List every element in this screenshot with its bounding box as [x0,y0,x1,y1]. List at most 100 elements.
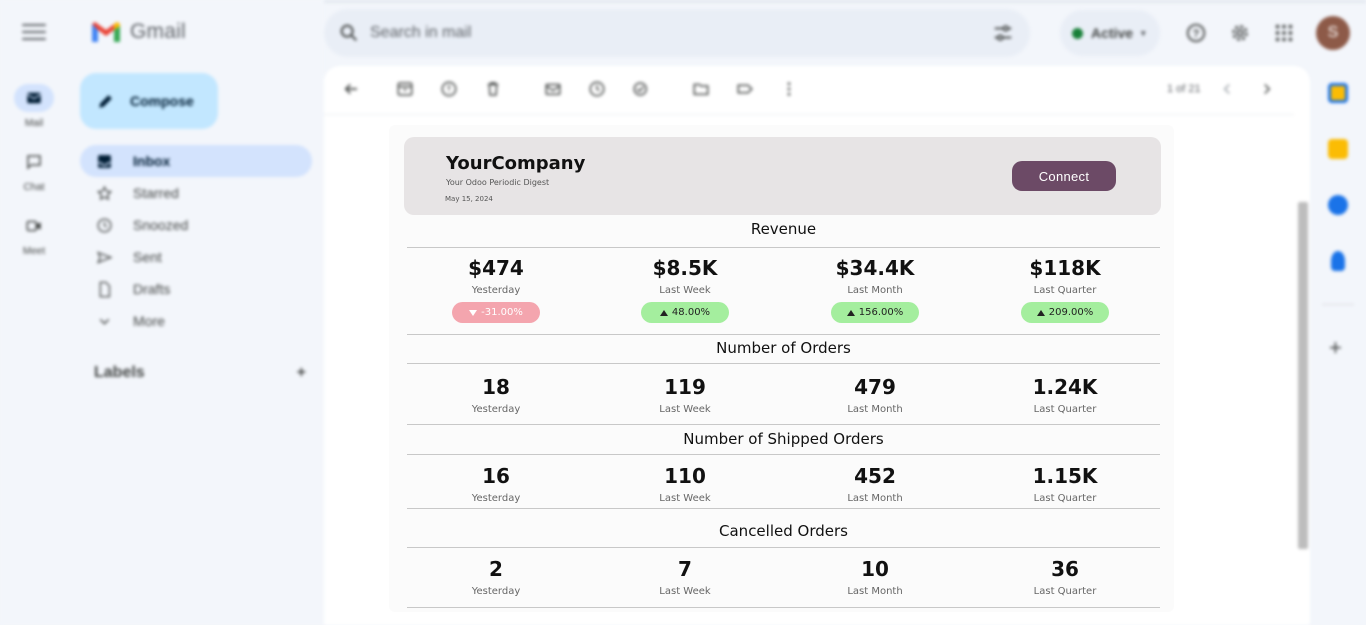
kpi-period-label: Last Month [847,285,903,296]
kpi-value: $34.4K [835,256,915,280]
trend-change-text: -31.00% [481,307,523,318]
kpi-number-of-shipped-orders-last-month: 452 Last Month [780,464,970,504]
status-selector[interactable]: Active ▾ [1060,10,1160,56]
rail-item-meet[interactable]: Meet [6,212,62,257]
mark-unread-icon[interactable] [544,80,564,100]
nav-label-starred: Starred [133,185,179,201]
digest-subtitle: Your Odoo Periodic Digest [446,178,550,187]
send-icon [96,250,113,264]
gmail-logo[interactable]: Gmail [90,20,186,44]
kpi-period-label: Yesterday [471,285,521,296]
more-options-icon[interactable] [780,80,800,100]
label-icon[interactable] [736,80,756,100]
get-addons-plus-icon[interactable]: + [1329,337,1342,359]
rail-item-chat[interactable]: Chat [6,148,62,193]
gmail-wordmark: Gmail [130,20,186,43]
star-icon [96,185,113,200]
kpi-period-label: Last Quarter [1033,404,1097,415]
kpi-value: 10 [861,557,889,581]
search-icon [340,24,358,42]
rail-item-mail[interactable]: Mail [6,84,62,129]
kpi-number-of-shipped-orders-last-week: 110 Last Week [590,464,780,504]
kpi-cancelled-orders-yesterday: 2 Yesterday [401,557,591,597]
digest-email-body: YourCompany Your Odoo Periodic Digest Ma… [389,125,1174,612]
clock-icon [97,217,112,233]
nav-item-drafts[interactable]: Drafts [80,273,312,305]
kpi-period-label: Last Month [847,586,903,597]
kpi-period-label: Last Week [659,586,711,597]
kpi-period-label: Last Month [847,404,903,415]
delete-icon[interactable] [484,80,504,100]
kpi-number-of-shipped-orders-yesterday: 16 Yesterday [401,464,591,504]
older-chevron-icon[interactable] [1258,80,1278,100]
account-avatar[interactable]: S [1316,16,1350,50]
gmail-m-icon [92,22,120,42]
kpi-period-label: Last Quarter [1033,493,1097,504]
snooze-icon[interactable] [588,80,608,100]
section-divider [407,334,1160,335]
nav-item-starred[interactable]: Starred [80,177,312,209]
main-menu-icon[interactable] [22,24,46,42]
tasks-icon[interactable] [1328,195,1348,215]
kpi-number-of-shipped-orders-last-quarter: 1.15K Last Quarter [970,464,1160,504]
add-task-icon[interactable] [632,80,652,100]
trend-up-icon [1036,309,1045,316]
add-label-button[interactable]: + [297,364,306,382]
move-to-icon[interactable] [692,80,712,100]
section-divider [407,508,1160,509]
contacts-icon[interactable] [1331,251,1345,271]
connect-button[interactable]: Connect [1012,161,1116,191]
digest-date: May 15, 2024 [445,195,493,203]
section-divider [407,247,1160,248]
pagination-text: 1 of 21 [1167,83,1201,95]
report-spam-icon[interactable] [440,80,460,100]
nav-label-sent: Sent [133,249,162,265]
trend-up-icon [659,309,668,316]
company-name: YourCompany [446,153,586,174]
search-bar[interactable]: Search in mail [324,9,1030,57]
status-label: Active [1091,25,1134,41]
compose-button[interactable]: Compose [80,73,218,129]
mail-scrollbar[interactable] [1298,202,1308,549]
kpi-revenue-last-week: $8.5K Last Week [590,256,780,296]
status-chevron-icon: ▾ [1141,27,1146,38]
kpi-value: $474 [468,256,524,280]
keep-icon[interactable] [1328,139,1348,159]
section-title-number-of-orders: Number of Orders [716,339,851,357]
message-toolbar: 1 of 21 [324,66,1310,114]
kpi-period-label: Last Quarter [1033,285,1097,296]
trend-badge: -31.00% [452,302,540,323]
app-rail: Mail Chat Meet [0,0,68,625]
apps-grid-icon[interactable] [1271,20,1297,46]
kpi-cancelled-orders-last-week: 7 Last Week [590,557,780,597]
side-panel-divider [1322,304,1354,305]
rail-label-chat: Chat [23,182,45,193]
kpi-cancelled-orders-last-month: 10 Last Month [780,557,970,597]
compose-label: Compose [130,93,194,109]
kpi-value: 36 [1051,557,1079,581]
section-divider [407,424,1160,425]
nav-item-sent[interactable]: Sent [80,241,312,273]
kpi-number-of-orders-last-month: 479 Last Month [780,375,970,415]
draft-icon [99,281,111,297]
newer-chevron-icon[interactable] [1218,80,1238,100]
nav-item-snoozed[interactable]: Snoozed [80,209,312,241]
kpi-value: $118K [1029,256,1101,280]
archive-icon[interactable] [396,80,416,100]
kpi-number-of-orders-yesterday: 18 Yesterday [401,375,591,415]
nav-label-more: More [133,313,165,329]
pencil-icon [99,95,112,108]
rail-label-meet: Meet [22,246,46,257]
help-icon[interactable]: ? [1183,20,1209,46]
search-options-icon[interactable] [992,22,1014,44]
kpi-number-of-orders-last-quarter: 1.24K Last Quarter [970,375,1160,415]
kpi-revenue-yesterday: $474 Yesterday [401,256,591,296]
nav-item-inbox[interactable]: Inbox [80,145,312,177]
trend-change-text: 48.00% [671,307,711,318]
calendar-icon[interactable] [1328,83,1348,103]
kpi-period-label: Yesterday [471,404,521,415]
back-arrow-icon[interactable] [342,80,362,100]
mail-icon [14,84,54,112]
nav-item-more[interactable]: More [80,305,312,337]
settings-gear-icon[interactable] [1227,20,1253,46]
